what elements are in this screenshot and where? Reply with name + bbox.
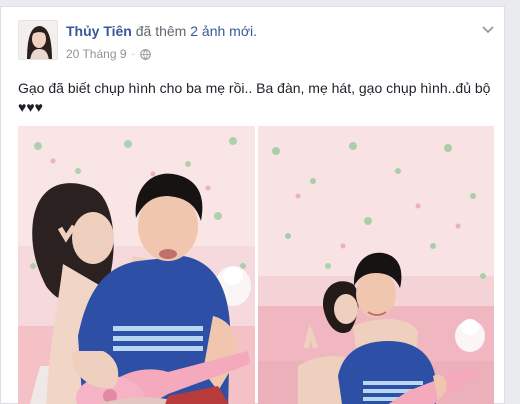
page-background-strip <box>506 0 520 404</box>
post-text: Gạo đã biết chụp hình cho ba mẹ rồi.. Ba… <box>18 80 491 115</box>
post-meta: 20 Tháng 9 · <box>66 47 151 61</box>
action-text: đã thêm <box>135 23 187 39</box>
photo-count-link[interactable]: 2 ảnh mới. <box>190 23 257 39</box>
photo-2[interactable] <box>258 126 494 404</box>
photo-1[interactable] <box>18 126 255 404</box>
post-header: Thủy Tiên đã thêm 2 ảnh mới. <box>66 22 257 40</box>
chevron-down-icon[interactable] <box>481 24 495 36</box>
photo-grid <box>18 126 494 404</box>
author-avatar[interactable] <box>18 20 58 60</box>
author-name[interactable]: Thủy Tiên <box>66 23 132 39</box>
post-card: Thủy Tiên đã thêm 2 ảnh mới. 20 Tháng 9 … <box>0 6 505 404</box>
post-date[interactable]: 20 Tháng 9 <box>66 47 127 61</box>
globe-icon[interactable] <box>140 48 151 60</box>
meta-separator: · <box>131 48 135 60</box>
